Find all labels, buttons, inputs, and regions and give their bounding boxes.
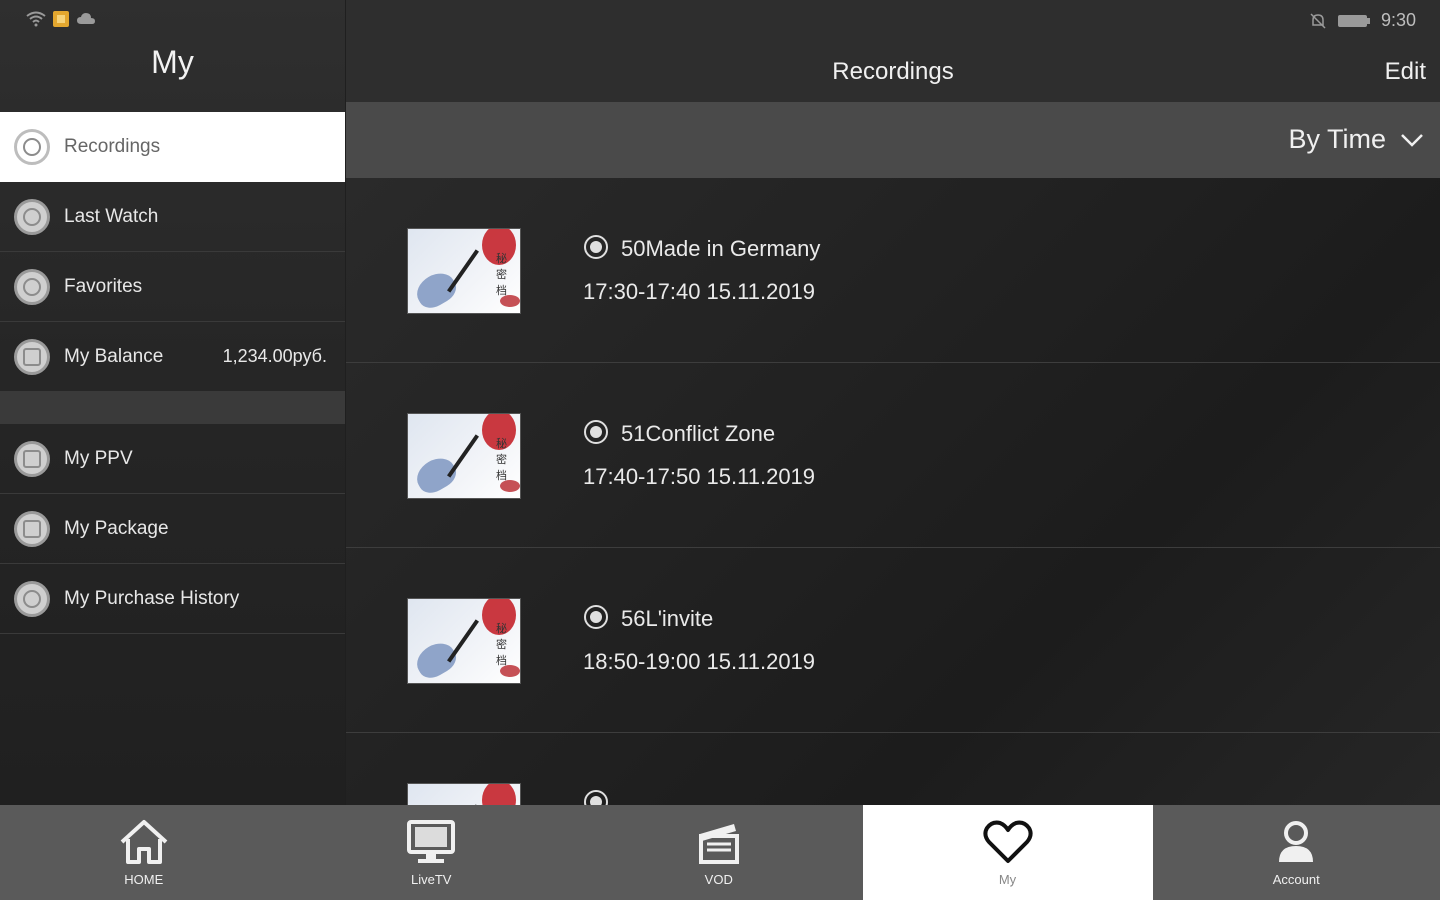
cloud-icon — [77, 13, 95, 24]
list-item[interactable]: 秘密档 56L'invite 18:50-19:00 15.11.2019 — [346, 548, 1440, 733]
nav-label: Account — [1272, 872, 1320, 887]
nav-account[interactable]: Account — [1153, 805, 1440, 900]
battery-icon — [1337, 14, 1370, 27]
recording-thumbnail: 秘密档 — [407, 228, 521, 314]
select-radio[interactable] — [584, 420, 608, 444]
chevron-down-icon — [1401, 133, 1423, 147]
nav-livetv[interactable]: LiveTV — [288, 805, 576, 900]
sort-dropdown[interactable]: By Time — [1288, 124, 1424, 155]
status-time: 9:30 — [1380, 10, 1416, 30]
status-icons-left — [26, 10, 96, 28]
balance-value: 1,234.00руб. — [222, 346, 327, 366]
nav-my[interactable]: My — [862, 805, 1153, 900]
notifications-off-icon — [1310, 12, 1326, 29]
history-icon — [14, 580, 50, 617]
sidebar-item-label: My Purchase History — [64, 587, 240, 609]
select-radio[interactable] — [584, 790, 608, 805]
sidebar-item-favorites[interactable]: Favorites — [0, 252, 345, 322]
sidebar-item-label: Last Watch — [64, 205, 159, 227]
list-item[interactable]: 秘密档 51Conflict Zone 17:40-17:50 15.11.20… — [346, 363, 1440, 548]
sidebar-item-label: My PPV — [64, 447, 133, 469]
nav-label: VOD — [704, 872, 733, 887]
sidebar-item-my-balance[interactable]: My Balance 1,234.00руб. — [0, 322, 345, 392]
recordings-list: 秘密档 50Made in Germany 17:30-17:40 15.11.… — [346, 178, 1440, 805]
record-icon — [14, 128, 50, 165]
user-icon — [1279, 821, 1314, 862]
clock-icon — [14, 198, 50, 235]
recording-thumbnail: 秘密档 — [407, 783, 521, 805]
sidebar-item-last-watch[interactable]: Last Watch — [0, 182, 345, 252]
sidebar: My Recordings Last Watch Favorites My Ba… — [0, 0, 345, 805]
recording-time: 17:30-17:40 15.11.2019 — [583, 279, 816, 304]
recording-time: 18:50-19:00 15.11.2019 — [583, 649, 816, 674]
recording-time: 17:40-17:50 15.11.2019 — [583, 464, 816, 489]
sidebar-item-label: Favorites — [64, 275, 143, 297]
main-panel: 9:30 Recordings Edit By Time 秘密档 50Made … — [346, 0, 1440, 805]
recording-thumbnail: 秘密档 — [407, 413, 521, 499]
sidebar-menu: Recordings Last Watch Favorites My Balan… — [0, 112, 345, 634]
sort-bar: By Time — [346, 102, 1440, 178]
wallet-icon — [14, 338, 50, 375]
home-icon — [120, 820, 168, 864]
sidebar-item-recordings[interactable]: Recordings — [0, 112, 345, 182]
nav-label: LiveTV — [411, 872, 452, 887]
sidebar-item-label: My Package — [64, 517, 169, 539]
menu-divider — [0, 392, 345, 424]
nav-vod[interactable]: VOD — [575, 805, 863, 900]
wifi-icon — [26, 11, 46, 27]
sidebar-item-purchase-history[interactable]: My Purchase History — [0, 564, 345, 634]
package-icon — [14, 510, 50, 547]
recording-title: 51Conflict Zone — [621, 421, 776, 446]
select-radio[interactable] — [584, 605, 608, 629]
recording-title: 56L'invite — [621, 606, 714, 631]
sidebar-title: My — [151, 44, 194, 80]
recording-thumbnail: 秘密档 — [407, 598, 521, 684]
sidebar-item-my-ppv[interactable]: My PPV — [0, 424, 345, 494]
list-item[interactable]: 秘密档 — [346, 733, 1440, 805]
page-title: Recordings — [832, 58, 954, 85]
heart-icon — [982, 820, 1033, 863]
nav-label: HOME — [124, 872, 164, 887]
nav-label: My — [998, 872, 1017, 887]
select-radio[interactable] — [584, 235, 608, 259]
edit-button[interactable]: Edit — [1385, 58, 1426, 86]
recording-title: 50Made in Germany — [621, 236, 821, 261]
bottom-nav: HOME LiveTV VOD My Account — [0, 805, 1440, 900]
sidebar-header: My — [0, 0, 345, 110]
clapperboard-icon — [698, 824, 739, 864]
nav-home[interactable]: HOME — [0, 805, 288, 900]
sidebar-item-label: My Balance — [64, 345, 164, 367]
status-icons-right: 9:30 — [1309, 10, 1416, 31]
tv-icon — [407, 820, 456, 863]
ppv-icon — [14, 440, 50, 477]
sidebar-item-label: Recordings — [64, 135, 161, 157]
favorite-icon — [14, 268, 50, 305]
sidebar-item-my-package[interactable]: My Package — [0, 494, 345, 564]
list-item[interactable]: 秘密档 50Made in Germany 17:30-17:40 15.11.… — [346, 178, 1440, 363]
sort-label: By Time — [1288, 124, 1386, 154]
main-header: 9:30 Recordings Edit — [346, 0, 1440, 102]
notification-app-icon — [53, 11, 69, 27]
